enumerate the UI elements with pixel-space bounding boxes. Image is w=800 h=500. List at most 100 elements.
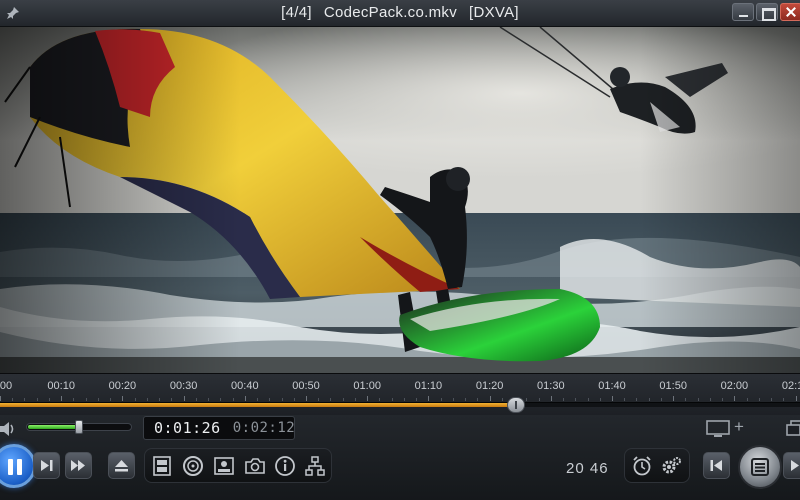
timeline-tick-mark (159, 398, 161, 401)
timeline-tick-mark (465, 398, 467, 401)
film-strip-button[interactable] (148, 452, 175, 479)
playlist-position: [4/4] (281, 4, 312, 21)
timeline-tick-mark (563, 398, 565, 401)
speaker-icon[interactable] (0, 419, 18, 439)
disc-button[interactable] (179, 452, 206, 479)
timeline-tick-mark (722, 398, 724, 401)
volume-thumb[interactable] (75, 420, 83, 434)
settings-button[interactable] (657, 452, 684, 479)
timeline-tick-label: 01:40 (598, 380, 626, 392)
next-button[interactable] (783, 452, 800, 479)
timeline-tick-mark (624, 398, 626, 401)
timeline-tick-mark (208, 398, 210, 401)
timeline-tick-mark (477, 398, 479, 401)
timeline-tick-mark (575, 398, 577, 401)
alarm-button[interactable] (628, 452, 655, 479)
timeline-tick-mark (61, 396, 63, 401)
timeline-tick-mark (354, 398, 356, 401)
film-strip-icon (152, 455, 171, 476)
timeline-tick-mark (697, 398, 699, 401)
volume-slider[interactable] (26, 420, 132, 434)
timeline-tick-mark (599, 398, 601, 401)
time-display[interactable]: 0:01:26 0:02:12 (143, 416, 295, 440)
timeline-tick-mark (428, 396, 430, 401)
eject-icon (115, 460, 128, 472)
timeline-tick-label: 00:40 (231, 380, 259, 392)
skip-forward-icon (791, 460, 799, 471)
previous-button[interactable] (703, 452, 730, 479)
playlist-icon (751, 458, 769, 476)
timeline-tick-mark (342, 398, 344, 401)
plus-icon[interactable]: + (734, 417, 744, 437)
timeline-tick-mark (452, 398, 454, 401)
timeline-tick-mark (758, 398, 760, 401)
playlist-button[interactable] (738, 445, 782, 489)
maximize-button[interactable] (756, 3, 778, 21)
camera-icon (244, 457, 265, 474)
timeline-tick-mark (220, 398, 222, 401)
timeline-tick-mark (550, 396, 552, 401)
timeline-tick-mark (85, 398, 87, 401)
timeline-tick-mark (257, 398, 259, 401)
timeline-tick-mark (526, 398, 528, 401)
eject-button[interactable] (108, 452, 135, 479)
play-pause-button[interactable] (0, 444, 36, 488)
timeline-tick-mark (146, 398, 148, 401)
timeline-tick-mark (183, 396, 185, 401)
gears-icon (662, 456, 681, 473)
timeline-tick-mark (330, 398, 332, 401)
control-bar: 0:01:26 0:02:12 + 20 46 (0, 415, 800, 500)
screenshot-button[interactable] (241, 452, 268, 479)
total-duration: 0:02:12 (232, 420, 296, 436)
subtitle-button[interactable] (210, 452, 237, 479)
timeline-tick-mark (0, 396, 1, 401)
minimize-button[interactable] (732, 3, 754, 21)
timeline-tick-mark (134, 398, 136, 401)
timeline-tick-mark (232, 398, 234, 401)
timeline-tick-mark (269, 398, 271, 401)
decoder-badge: [DXVA] (469, 4, 519, 21)
timeline-tick-label: 00:20 (108, 380, 137, 392)
timeline-tick-mark (746, 398, 748, 401)
skip-back-icon (710, 460, 722, 471)
timeline-tick-mark (673, 396, 675, 401)
timeline-tick-mark (367, 396, 369, 401)
info-button[interactable] (271, 452, 298, 479)
timeline-tick-mark (660, 398, 662, 401)
timeline-tick-mark (110, 398, 112, 401)
timeline-tick-mark (587, 398, 589, 401)
subtitle-icon (213, 456, 234, 475)
timeline-tick-mark (612, 396, 613, 401)
timeline-tick-mark (244, 396, 246, 401)
timeline-tick-mark (501, 398, 503, 401)
monitor-icon[interactable] (705, 420, 731, 438)
video-display[interactable] (0, 27, 800, 373)
video-frame-image (0, 27, 800, 373)
next-frame-button[interactable] (33, 452, 60, 479)
timeline-tick-mark (771, 398, 773, 401)
seek-bar-thumb[interactable] (507, 397, 525, 413)
timeline-tick-mark (306, 396, 307, 401)
timeline-tick-mark (391, 398, 393, 401)
close-button[interactable] (780, 3, 800, 21)
timeline-tick-mark (709, 398, 711, 401)
timeline-tick-mark (97, 398, 99, 401)
timeline-tick-label: 01:10 (414, 380, 443, 392)
timeline-tick-mark (783, 398, 785, 401)
seek-bar[interactable] (0, 397, 800, 413)
timeline-tick-mark (48, 398, 50, 401)
info-icon (274, 455, 295, 476)
restore-window-icon[interactable] (786, 420, 800, 437)
network-button[interactable] (301, 452, 328, 479)
timeline-tick-mark (24, 398, 26, 401)
window-controls (732, 3, 800, 21)
timeline-tick-label: 01:00 (353, 380, 381, 392)
fast-forward-icon (71, 460, 85, 471)
timeline-tick-mark (489, 396, 491, 401)
timeline-tick-mark (734, 396, 736, 401)
timeline-tick-mark (403, 398, 405, 401)
fast-forward-button[interactable] (65, 452, 92, 479)
timeline-tick-mark (685, 398, 687, 401)
seek-bar-progress (0, 403, 516, 407)
step-forward-icon (41, 460, 53, 471)
